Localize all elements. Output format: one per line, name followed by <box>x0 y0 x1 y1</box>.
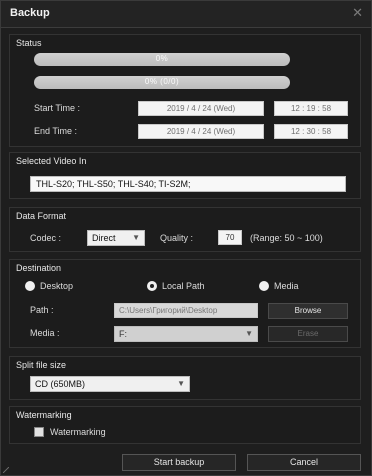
watermark-group: Watermarking Watermarking <box>9 406 361 444</box>
codec-label: Codec : <box>30 233 62 243</box>
codec-select[interactable]: Direct ▼ <box>87 230 145 246</box>
window-title: Backup <box>10 7 50 19</box>
start-date-field: 2019 / 4 / 24 (Wed) <box>138 101 264 116</box>
quality-input[interactable]: 70 <box>218 230 242 245</box>
path-label: Path : <box>30 305 54 315</box>
chevron-down-icon: ▼ <box>132 233 140 242</box>
media-select-value: F: <box>119 329 127 339</box>
start-time-field: 12 : 19 : 58 <box>274 101 348 116</box>
resize-grip-icon[interactable] <box>3 467 9 473</box>
split-size-select[interactable]: CD (650MB) ▼ <box>30 376 190 392</box>
radio-local-path-label[interactable]: Local Path <box>162 281 205 291</box>
radio-desktop[interactable] <box>25 281 35 291</box>
split-size-value: CD (650MB) <box>35 379 86 389</box>
data-format-group-label: Data Format <box>16 211 67 221</box>
watermark-group-label: Watermarking <box>16 410 72 420</box>
browse-button[interactable]: Browse <box>268 303 348 319</box>
status-group: Status 0% 0% (0/0) Start Time : 2019 / 4… <box>9 34 361 147</box>
split-file-group-label: Split file size <box>16 360 67 370</box>
progress-count-text: 0% (0/0) <box>144 77 180 86</box>
status-group-label: Status <box>16 38 42 48</box>
progress-bar-count: 0% (0/0) <box>34 76 290 89</box>
title-bar: Backup ✕ <box>1 1 371 28</box>
radio-media-label[interactable]: Media <box>274 281 299 291</box>
data-format-group: Data Format Codec : Direct ▼ Quality : 7… <box>9 207 361 252</box>
watermark-checkbox-label[interactable]: Watermarking <box>50 427 106 437</box>
radio-desktop-label[interactable]: Desktop <box>40 281 73 291</box>
radio-media[interactable] <box>259 281 269 291</box>
path-input[interactable]: C:\Users\Григорий\Desktop <box>114 303 258 318</box>
progress-percent-text: 0% <box>155 54 169 63</box>
media-select[interactable]: F: ▼ <box>114 326 258 342</box>
radio-local-path[interactable] <box>147 281 157 291</box>
close-icon[interactable]: ✕ <box>352 5 363 21</box>
codec-select-value: Direct <box>92 233 116 243</box>
start-time-label: Start Time : <box>34 103 81 113</box>
watermark-checkbox[interactable] <box>34 427 44 437</box>
destination-group: Destination Desktop Local Path Media Pat… <box>9 259 361 348</box>
selected-video-input[interactable]: THL-S20; THL-S50; THL-S40; TI-S2M; <box>30 176 346 192</box>
quality-range-text: (Range: 50 ~ 100) <box>250 233 323 243</box>
cancel-button[interactable]: Cancel <box>247 454 361 471</box>
end-date-field: 2019 / 4 / 24 (Wed) <box>138 124 264 139</box>
backup-dialog: Backup ✕ Status 0% 0% (0/0) Start Time :… <box>0 0 372 476</box>
media-label: Media : <box>30 328 60 338</box>
video-group-label: Selected Video In <box>16 156 87 166</box>
destination-group-label: Destination <box>16 263 62 273</box>
chevron-down-icon: ▼ <box>177 379 185 388</box>
quality-label: Quality : <box>160 233 194 243</box>
start-backup-button[interactable]: Start backup <box>122 454 236 471</box>
end-time-label: End Time : <box>34 126 78 136</box>
progress-bar-percent: 0% <box>34 53 290 66</box>
chevron-down-icon: ▼ <box>245 329 253 338</box>
video-group: Selected Video In THL-S20; THL-S50; THL-… <box>9 152 361 199</box>
end-time-field: 12 : 30 : 58 <box>274 124 348 139</box>
erase-button[interactable]: Erase <box>268 326 348 342</box>
split-file-group: Split file size CD (650MB) ▼ <box>9 356 361 400</box>
